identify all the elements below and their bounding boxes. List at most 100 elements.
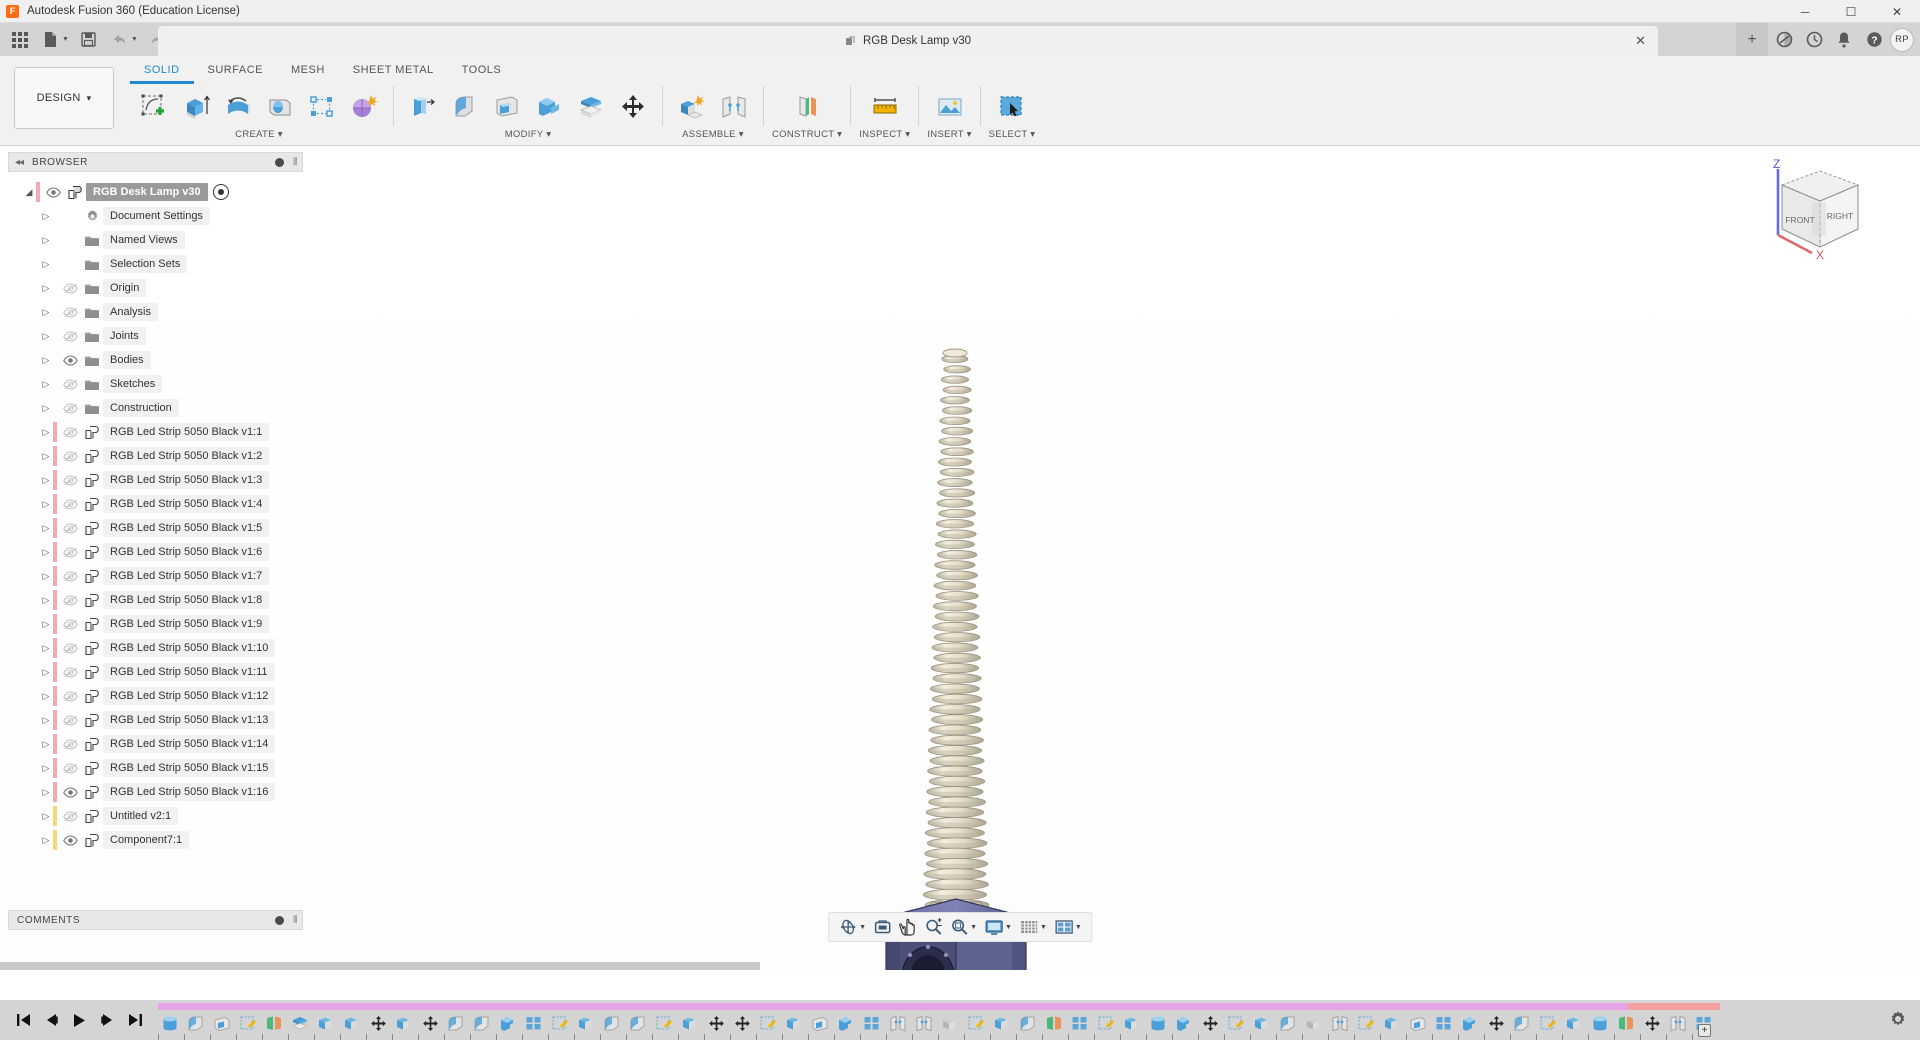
tree-expand-arrow-icon[interactable]: ▷ xyxy=(39,595,53,606)
offset-face-icon[interactable] xyxy=(570,86,612,128)
timeline-feature-19[interactable] xyxy=(652,1012,676,1034)
look-at-icon[interactable] xyxy=(870,914,895,940)
offset-plane-icon[interactable] xyxy=(786,86,828,128)
avatar[interactable]: RP xyxy=(1890,28,1914,52)
timeline-feature-18[interactable] xyxy=(626,1012,650,1034)
tab-sheet-metal[interactable]: SHEET METAL xyxy=(339,61,448,84)
timeline-feature-27[interactable] xyxy=(860,1012,884,1034)
visibility-toggle-icon[interactable] xyxy=(43,187,64,198)
workspace-switcher[interactable]: DESIGN ▾ xyxy=(14,67,114,129)
insert-mcmaster-icon[interactable] xyxy=(929,86,971,128)
tree-expand-arrow-icon[interactable]: ▷ xyxy=(39,715,53,726)
combine-icon[interactable] xyxy=(528,86,570,128)
timeline-feature-33[interactable] xyxy=(1016,1012,1040,1034)
timeline-feature-44[interactable] xyxy=(1302,1012,1326,1034)
tree-expand-arrow-icon[interactable]: ▷ xyxy=(39,739,53,750)
visibility-toggle-icon[interactable] xyxy=(60,619,81,630)
timeline-feature-10[interactable] xyxy=(418,1012,442,1034)
tree-row[interactable]: ◢RGB Desk Lamp v30 xyxy=(8,180,303,204)
orbit-caret-icon[interactable]: ▼ xyxy=(859,924,866,931)
tree-row[interactable]: ▷RGB Led Strip 5050 Black v1:5 xyxy=(8,516,303,540)
visibility-toggle-icon[interactable] xyxy=(60,595,81,606)
tree-row[interactable]: ▷RGB Led Strip 5050 Black v1:13 xyxy=(8,708,303,732)
timeline-feature-13[interactable] xyxy=(496,1012,520,1034)
tree-expand-arrow-icon[interactable]: ▷ xyxy=(39,259,53,270)
tree-expand-arrow-icon[interactable]: ▷ xyxy=(39,571,53,582)
display-settings-icon[interactable]: ▼ xyxy=(981,914,1015,940)
visibility-toggle-icon[interactable] xyxy=(60,571,81,582)
go-to-beginning-icon[interactable] xyxy=(14,1009,32,1031)
timeline-feature-4[interactable] xyxy=(262,1012,286,1034)
help-icon[interactable]: ? xyxy=(1860,26,1888,54)
document-tab[interactable]: RGB Desk Lamp v30 ✕ xyxy=(158,26,1658,56)
tree-row[interactable]: ▷RGB Led Strip 5050 Black v1:15 xyxy=(8,756,303,780)
comments-options-icon[interactable] xyxy=(275,916,284,925)
timeline-feature-8[interactable] xyxy=(366,1012,390,1034)
data-panel-icon[interactable] xyxy=(1770,26,1798,54)
timeline-feature-22[interactable] xyxy=(730,1012,754,1034)
visibility-toggle-icon[interactable] xyxy=(60,763,81,774)
visibility-toggle-icon[interactable] xyxy=(60,283,81,294)
visibility-toggle-icon[interactable] xyxy=(60,667,81,678)
tab-tools[interactable]: TOOLS xyxy=(448,61,516,84)
fit-caret-icon[interactable]: ▼ xyxy=(970,924,977,931)
visibility-toggle-icon[interactable] xyxy=(60,787,81,798)
tree-row[interactable]: ▷RGB Led Strip 5050 Black v1:1 xyxy=(8,420,303,444)
tree-row[interactable]: ▷RGB Led Strip 5050 Black v1:11 xyxy=(8,660,303,684)
timeline-feature-25[interactable] xyxy=(808,1012,832,1034)
zoom-icon[interactable] xyxy=(921,914,946,940)
visibility-toggle-icon[interactable] xyxy=(60,691,81,702)
timeline-feature-7[interactable] xyxy=(340,1012,364,1034)
timeline-feature-35[interactable] xyxy=(1068,1012,1092,1034)
tree-row[interactable]: ▷Bodies xyxy=(8,348,303,372)
form-icon[interactable] xyxy=(343,86,385,128)
step-forward-icon[interactable] xyxy=(98,1009,116,1031)
tree-expand-arrow-icon[interactable]: ▷ xyxy=(39,547,53,558)
revolve-icon[interactable] xyxy=(217,86,259,128)
tree-expand-arrow-icon[interactable]: ▷ xyxy=(39,667,53,678)
timeline-feature-2[interactable] xyxy=(210,1012,234,1034)
timeline-feature-51[interactable] xyxy=(1484,1012,1508,1034)
extrude-icon[interactable] xyxy=(175,86,217,128)
tree-expand-arrow-icon[interactable]: ▷ xyxy=(39,379,53,390)
timeline-feature-54[interactable] xyxy=(1562,1012,1586,1034)
inspect-group-label[interactable]: INSPECT ▾ xyxy=(859,129,910,140)
visibility-toggle-icon[interactable] xyxy=(60,427,81,438)
tab-solid[interactable]: SOLID xyxy=(130,61,194,84)
new-component-icon[interactable] xyxy=(671,86,713,128)
tree-expand-arrow-icon[interactable]: ▷ xyxy=(39,427,53,438)
create-group-label[interactable]: CREATE ▾ xyxy=(235,129,283,140)
timeline-feature-47[interactable] xyxy=(1380,1012,1404,1034)
select-icon[interactable] xyxy=(991,86,1033,128)
timeline-feature-12[interactable] xyxy=(470,1012,494,1034)
minimize-button[interactable]: ─ xyxy=(1782,0,1828,23)
new-tab-button[interactable]: + xyxy=(1736,23,1768,56)
timeline-feature-52[interactable] xyxy=(1510,1012,1534,1034)
tree-expand-arrow-icon[interactable]: ▷ xyxy=(39,451,53,462)
tree-expand-arrow-icon[interactable]: ▷ xyxy=(39,235,53,246)
tab-surface[interactable]: SURFACE xyxy=(194,61,277,84)
visibility-toggle-icon[interactable] xyxy=(60,643,81,654)
visibility-toggle-icon[interactable] xyxy=(60,547,81,558)
timeline-feature-32[interactable] xyxy=(990,1012,1014,1034)
tree-row[interactable]: ▷RGB Led Strip 5050 Black v1:8 xyxy=(8,588,303,612)
timeline-feature-11[interactable] xyxy=(444,1012,468,1034)
browser-collapse-icon[interactable]: ◂◂ xyxy=(15,157,23,168)
timeline-feature-41[interactable] xyxy=(1224,1012,1248,1034)
fillet-icon[interactable] xyxy=(444,86,486,128)
horizontal-scrollbar[interactable] xyxy=(0,962,760,970)
canvas-viewport[interactable]: RGB LAMP ◂◂ BROWSER ⦀ ◢RGB Desk Lamp v30… xyxy=(0,147,1920,970)
pan-icon[interactable] xyxy=(896,914,920,940)
shell-icon[interactable] xyxy=(486,86,528,128)
timeline-feature-43[interactable] xyxy=(1276,1012,1300,1034)
timeline-feature-36[interactable] xyxy=(1094,1012,1118,1034)
timeline-feature-20[interactable] xyxy=(678,1012,702,1034)
tree-row[interactable]: ▷RGB Led Strip 5050 Black v1:6 xyxy=(8,540,303,564)
viewport-layout-icon[interactable]: ▼ xyxy=(1051,914,1085,940)
timeline-feature-45[interactable] xyxy=(1328,1012,1352,1034)
timeline-feature-40[interactable] xyxy=(1198,1012,1222,1034)
step-back-icon[interactable] xyxy=(42,1009,60,1031)
timeline-feature-9[interactable] xyxy=(392,1012,416,1034)
grid-snaps-caret-icon[interactable]: ▼ xyxy=(1040,924,1047,931)
sweep-icon[interactable] xyxy=(259,86,301,128)
